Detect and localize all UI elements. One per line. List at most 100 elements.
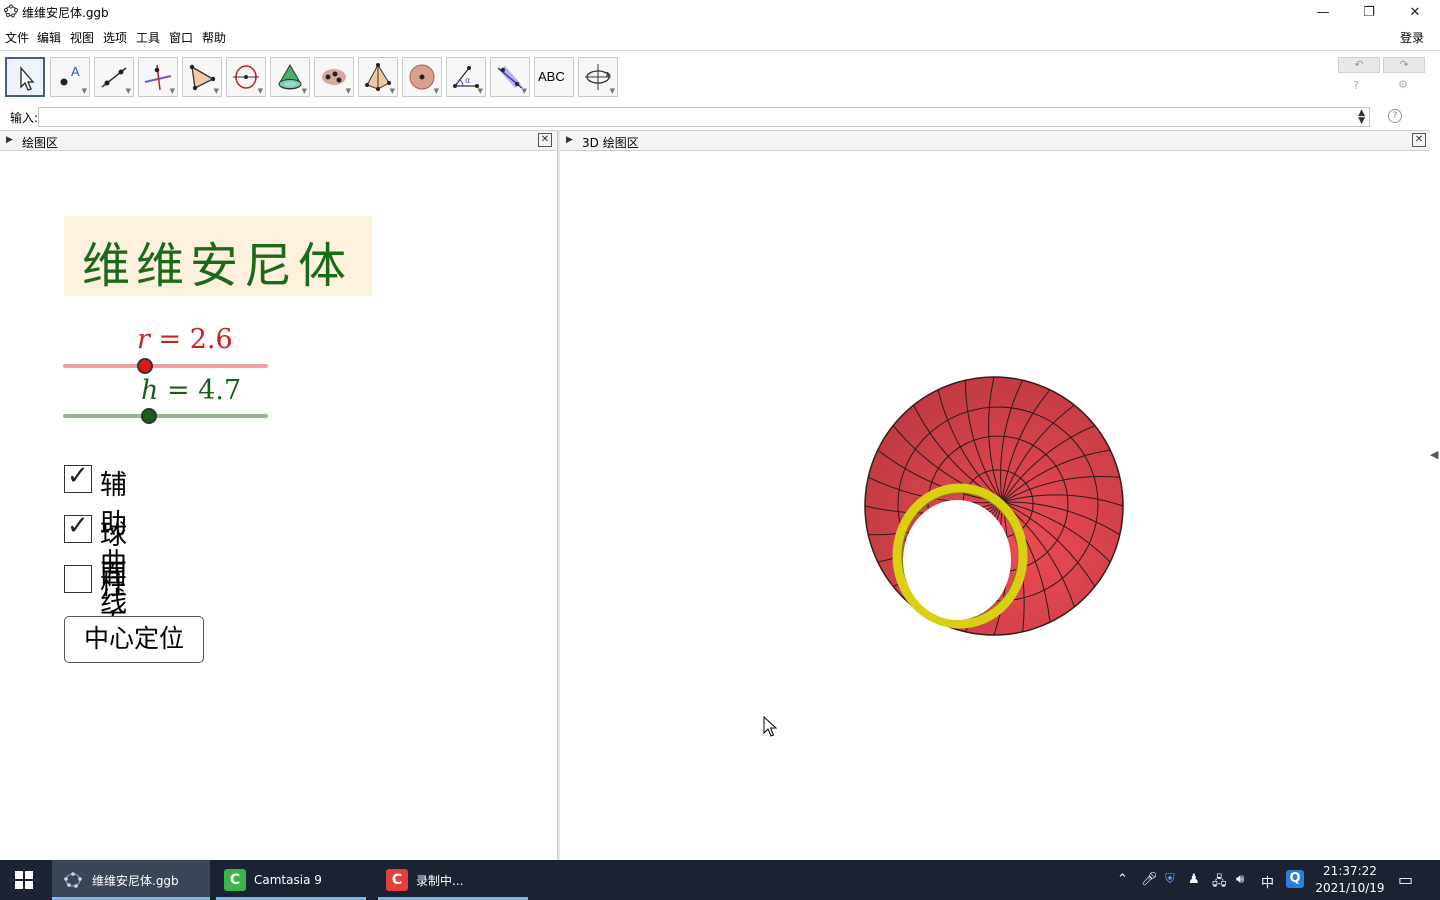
text-tool-button[interactable]: ABC <box>534 57 574 97</box>
line-tool-button[interactable]: ▼ <box>94 57 134 97</box>
slider-r-handle[interactable] <box>137 358 153 374</box>
menu-view[interactable]: 视图 <box>70 29 94 46</box>
checkbox-box[interactable]: ✓ <box>64 461 92 493</box>
text-tool-label: ABC <box>538 69 565 84</box>
menu-bar: 文件 编辑 视图 选项 工具 窗口 帮助 登录 <box>0 26 1440 48</box>
menu-help[interactable]: 帮助 <box>202 29 226 46</box>
geogebra-icon <box>62 869 84 891</box>
start-button[interactable] <box>0 860 48 900</box>
redo-button[interactable]: ↷ <box>1383 57 1425 73</box>
restore-button[interactable]: ❐ <box>1346 0 1392 24</box>
sphere-tool-button[interactable]: ▼ <box>402 57 442 97</box>
slider-h-track[interactable] <box>63 414 268 418</box>
circle-axis-tool-button[interactable]: ▼ <box>226 57 266 97</box>
polygon-tool-button[interactable]: ▼ <box>182 57 222 97</box>
checkmark-icon: ✓ <box>67 511 89 541</box>
checkbox-box[interactable]: ✓ <box>64 511 92 543</box>
clock-date: 2021/10/19 <box>1315 881 1385 895</box>
show-hidden-icons-icon[interactable]: ⌃ <box>1117 872 1128 887</box>
close-window-button[interactable]: ✕ <box>1392 0 1438 24</box>
svg-text:A: A <box>71 64 80 79</box>
graphics-view[interactable]: 维维安尼体 r = 2.6 h = 4.7 ✓ 辅助曲线 ✓ 球面 ✓ 柱面 中… <box>0 152 557 860</box>
clock[interactable]: 21:37:22 2021/10/19 <box>1310 863 1390 897</box>
mouse-cursor-icon <box>763 716 777 737</box>
taskbar: 维维安尼体.ggb C Camtasia 9 C 录制中... ⌃ 🎤︎ ⛨ ♟… <box>0 860 1440 900</box>
checkbox-box[interactable]: ✓ <box>64 565 92 593</box>
cone-tool-button[interactable]: ▼ <box>270 57 310 97</box>
menu-edit[interactable]: 编辑 <box>37 29 61 46</box>
circle-axis-icon <box>233 65 259 89</box>
rotate-view-icon <box>585 64 611 90</box>
perpendicular-line-tool-button[interactable]: ▼ <box>138 57 178 97</box>
line-icon <box>101 67 127 88</box>
menu-window[interactable]: 窗口 <box>169 29 193 46</box>
input-history-stepper[interactable]: ▲ ▼ <box>1358 109 1365 126</box>
point-icon: A <box>60 64 80 86</box>
center-view-button[interactable]: 中心定位 <box>64 616 204 663</box>
rotate-view-tool-button[interactable]: ▼ <box>578 57 618 97</box>
point-tool-button[interactable]: A ▼ <box>50 57 90 97</box>
qq-penguin-icon[interactable]: ♟ <box>1188 872 1200 887</box>
slider-h-handle[interactable] <box>141 408 158 424</box>
reflect-plane-tool-button[interactable]: ▼ <box>490 57 530 97</box>
close-graphics3d-view-icon[interactable]: ✕ <box>1412 133 1426 147</box>
login-link[interactable]: 登录 <box>1400 29 1424 46</box>
sidebar-toggle-icon[interactable]: ◀ <box>1430 448 1440 461</box>
camtasia-icon: C <box>224 869 246 891</box>
graphics3d-view[interactable] <box>560 152 1430 860</box>
move-arrow-icon <box>20 66 35 91</box>
notifications-icon[interactable]: ▭ <box>1398 870 1413 889</box>
move-tool-button[interactable] <box>5 57 45 97</box>
graphics-view-title: 绘图区 <box>22 136 59 150</box>
recording-icon: C <box>386 869 408 891</box>
slider-h-label: h = 4.7 <box>141 375 242 406</box>
construction-title: 维维安尼体 <box>82 238 353 294</box>
microphone-icon[interactable]: 🎤︎ <box>1141 872 1158 887</box>
input-bar: 输入: ▲ ▼ ? <box>0 104 1440 128</box>
menu-tools[interactable]: 工具 <box>136 29 160 46</box>
volume-icon[interactable]: 🔊︎ <box>1236 872 1244 887</box>
checkmark-icon: ✓ <box>67 461 89 491</box>
task-camtasia[interactable]: C Camtasia 9 <box>216 860 366 900</box>
cylinder-hole <box>903 500 1011 620</box>
graphics3d-view-header: ▶ 3D 绘图区 ✕ <box>560 130 1430 151</box>
cone-icon <box>278 64 302 90</box>
task-label: 录制中... <box>416 873 464 888</box>
input-help-icon[interactable]: ? <box>1388 109 1402 123</box>
viviani-solid-render[interactable] <box>560 152 1430 860</box>
pyramid-icon <box>365 63 391 91</box>
close-graphics-view-icon[interactable]: ✕ <box>538 133 552 147</box>
reflect-plane-icon <box>497 66 523 89</box>
sphere-icon <box>409 64 435 90</box>
ime-indicator[interactable]: 中 <box>1261 872 1274 891</box>
angle-icon: α <box>453 66 479 88</box>
input-field[interactable]: ▲ ▼ <box>38 107 1370 127</box>
construction-title-box: 维维安尼体 <box>64 216 372 296</box>
menu-file[interactable]: 文件 <box>5 29 29 46</box>
intersect-surfaces-tool-button[interactable]: ▼ <box>314 57 354 97</box>
task-geogebra[interactable]: 维维安尼体.ggb <box>52 860 210 900</box>
graphics-view-header: ▶ 绘图区 ✕ <box>0 130 557 151</box>
undo-button[interactable]: ↶ <box>1338 57 1380 73</box>
perpendicular-icon <box>144 64 172 91</box>
windows-icon <box>15 871 33 889</box>
angle-tool-button[interactable]: α ▼ <box>446 57 486 97</box>
geogebra-icon <box>4 4 18 18</box>
toolbar: A ▼ ▼ ▼ ▼ ▼ ▼ ▼ ▼ ▼ α ▼ ▼ ABC ▼ ↶ ↷ ? ⚙ <box>0 50 1440 102</box>
security-shield-icon[interactable]: ⛨ <box>1165 872 1175 887</box>
title-bar: 维维安尼体.ggb — ❐ ✕ <box>0 0 1440 24</box>
gear-icon[interactable]: ⚙ <box>1398 78 1408 91</box>
minimize-button[interactable]: — <box>1300 0 1346 24</box>
task-label: 维维安尼体.ggb <box>92 873 179 888</box>
pyramid-tool-button[interactable]: ▼ <box>358 57 398 97</box>
task-recording[interactable]: C 录制中... <box>378 860 528 900</box>
intersect-icon <box>322 69 346 85</box>
network-icon[interactable]: 🖧︎ <box>1212 872 1227 894</box>
help-icon[interactable]: ? <box>1353 79 1359 92</box>
task-label: Camtasia 9 <box>254 873 322 887</box>
expand-arrow-icon[interactable]: ▶ <box>566 135 573 145</box>
app-tray-icon[interactable]: Q <box>1286 870 1304 888</box>
menu-options[interactable]: 选项 <box>103 29 127 46</box>
expand-arrow-icon[interactable]: ▶ <box>6 135 13 145</box>
slider-r-track[interactable] <box>63 364 268 368</box>
